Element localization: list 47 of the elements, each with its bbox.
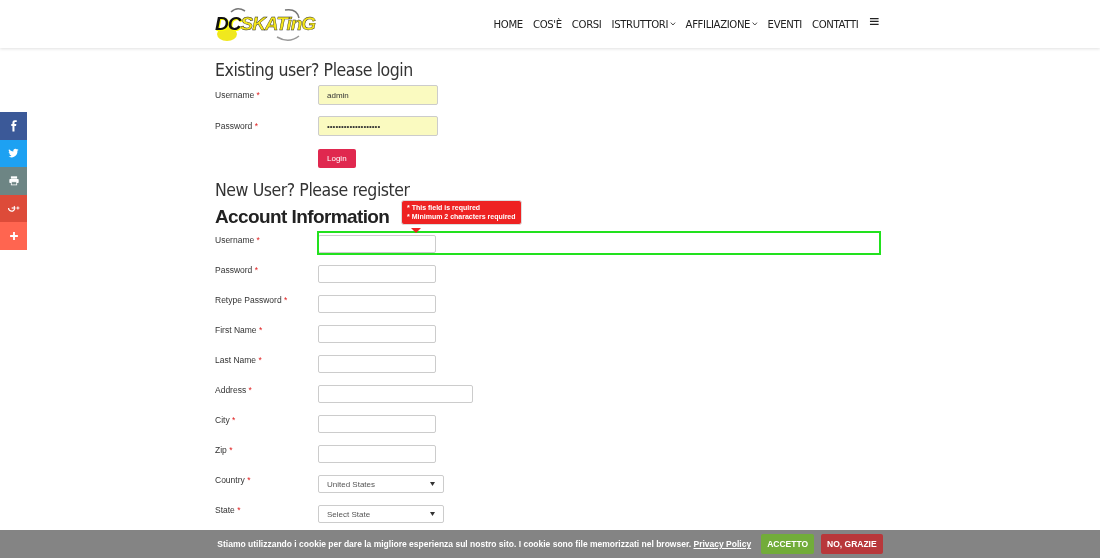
select-field[interactable]: United States xyxy=(318,475,444,493)
field-label: Zip * xyxy=(215,444,234,455)
input-field[interactable]: admin xyxy=(318,85,438,105)
nav-link[interactable]: CORSI xyxy=(572,17,602,31)
input-field[interactable]: ••••••••••••••••••• xyxy=(318,116,438,136)
section-title: Existing user? Please login xyxy=(215,60,413,80)
field-label: Address * xyxy=(215,384,253,395)
share-button[interactable] xyxy=(0,167,27,195)
field-label: Country * xyxy=(215,474,252,485)
tooltip-arrow-icon xyxy=(411,228,421,233)
caret-icon xyxy=(430,482,435,486)
field-label: City * xyxy=(215,414,237,425)
field-label: Last Name * xyxy=(215,354,263,365)
input-field[interactable] xyxy=(318,325,436,343)
field-label: Password * xyxy=(215,264,259,275)
menu-button[interactable]: ≡ xyxy=(868,12,880,30)
share-button[interactable] xyxy=(0,139,27,167)
logo[interactable]: DCSKATinG xyxy=(215,4,316,44)
input-field[interactable] xyxy=(318,265,436,283)
nav-link[interactable]: CONTATTI xyxy=(812,17,859,31)
input-field[interactable] xyxy=(318,355,436,373)
nav-link[interactable]: COS'È xyxy=(533,17,563,31)
input-field[interactable] xyxy=(318,385,473,403)
field-label: State * xyxy=(215,504,242,515)
input-field[interactable] xyxy=(318,445,436,463)
printer-icon xyxy=(6,173,21,188)
input-field[interactable] xyxy=(318,235,436,253)
field-label: Username * xyxy=(215,90,261,100)
field-label: First Name * xyxy=(215,324,264,335)
input-field[interactable] xyxy=(318,415,436,433)
privacy-policy-link[interactable]: Privacy Policy xyxy=(693,539,752,549)
nav-link[interactable]: AFFILIAZIONE xyxy=(685,17,758,31)
decline-button[interactable]: NO, GRAZIE xyxy=(821,534,883,554)
caret-icon xyxy=(430,512,435,516)
field-label: Retype Password * xyxy=(215,294,289,305)
nav-link[interactable]: ISTRUTTORI xyxy=(611,17,676,31)
input-field[interactable] xyxy=(318,295,436,313)
field-label: Username * xyxy=(215,234,261,245)
form-heading: Account Information xyxy=(215,206,390,228)
nav-link[interactable]: HOME xyxy=(493,17,524,31)
nav-link[interactable]: EVENTI xyxy=(767,17,803,31)
cookie-notice: Stiamo utilizzando i cookie per dare la migliore esperienza sul nostro sito. I cookie sono file memorizzati nel browser. Privacy Policy xyxy=(217,539,752,549)
section-title: New User? Please register xyxy=(215,180,410,200)
share-button[interactable] xyxy=(0,112,27,140)
field-label: Password * xyxy=(215,121,259,131)
login-button[interactable]: Login xyxy=(318,149,356,168)
select-field[interactable]: Select State xyxy=(318,505,444,523)
